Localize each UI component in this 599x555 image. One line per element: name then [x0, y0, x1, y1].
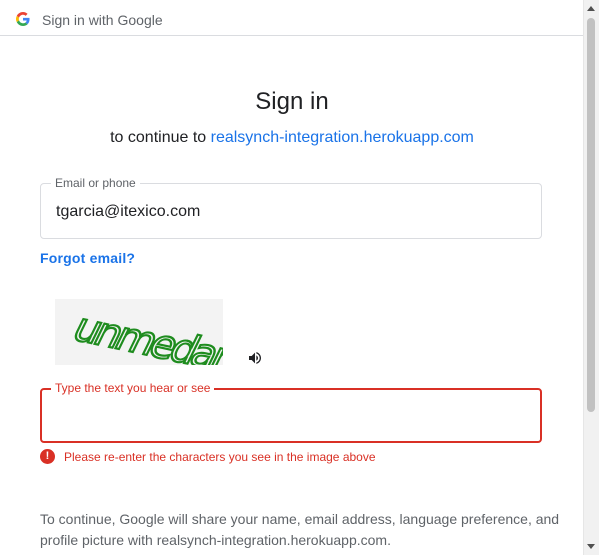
email-field-value[interactable]: tgarcia@itexico.com	[56, 203, 200, 221]
scroll-up-arrow-icon[interactable]	[587, 6, 595, 11]
error-icon: !	[40, 449, 55, 464]
scroll-down-arrow-icon[interactable]	[587, 544, 595, 549]
captcha-image-graphic: unmedan	[65, 303, 248, 383]
page-title: Sign in	[255, 88, 329, 115]
window-header: Sign in with Google	[0, 0, 584, 36]
captcha-field-label: Type the text you hear or see	[51, 381, 215, 395]
app-link[interactable]: realsynch-integration.herokuapp.com	[211, 129, 474, 146]
error-message: Please re-enter the characters you see i…	[64, 450, 376, 464]
forgot-email-link[interactable]: Forgot email?	[40, 250, 135, 266]
scroll-thumb[interactable]	[587, 18, 595, 412]
captcha-input[interactable]: Type the text you hear or see	[40, 381, 542, 443]
captcha-image: unmedan	[55, 299, 248, 383]
captcha-text: unmedan	[66, 304, 223, 365]
sharing-notice: To continue, Google will share your name…	[40, 511, 560, 548]
speaker-icon[interactable]	[247, 350, 263, 366]
email-field-label: Email or phone	[51, 176, 140, 190]
page-subtitle: to continue to realsynch-integration.her…	[0, 129, 584, 147]
vertical-scrollbar[interactable]	[583, 0, 599, 555]
google-logo-icon	[16, 12, 30, 26]
email-field[interactable]: Email or phone tgarcia@itexico.com	[40, 176, 542, 239]
window-title: Sign in with Google	[42, 12, 163, 28]
subtitle-prefix: to continue to	[110, 129, 211, 146]
